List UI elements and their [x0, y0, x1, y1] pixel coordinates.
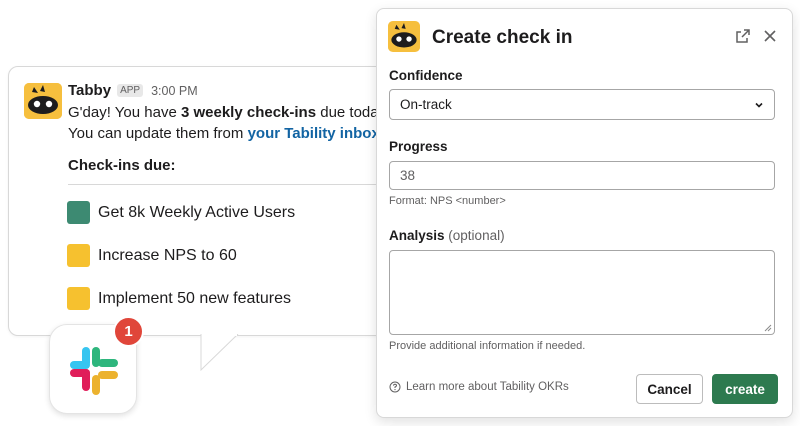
line1-pre: G'day! You have — [68, 104, 181, 121]
help-circle-icon — [389, 381, 401, 393]
status-square-icon — [67, 244, 90, 267]
progress-hint: Format: NPS <number> — [389, 195, 506, 207]
analysis-label-text: Analysis — [389, 228, 445, 243]
progress-input[interactable]: 38 — [389, 161, 775, 190]
tabby-avatar-icon — [24, 83, 62, 119]
external-link-icon[interactable] — [735, 28, 751, 44]
create-button[interactable]: create — [712, 374, 778, 404]
analysis-hint: Provide additional information if needed… — [389, 340, 586, 352]
confidence-select[interactable]: On-track — [389, 89, 775, 120]
learn-more-link[interactable]: Learn more about Tability OKRs — [389, 381, 569, 393]
checkin-label: Get 8k Weekly Active Users — [98, 203, 296, 221]
confidence-label: Confidence — [389, 68, 463, 83]
bubble-tail — [200, 334, 239, 372]
tabby-logo-icon — [388, 21, 420, 52]
status-square-icon — [67, 287, 90, 310]
app-badge: APP — [117, 84, 144, 97]
message-line-1: G'day! You have 3 weekly check-ins due t… — [68, 103, 389, 123]
confidence-value: On-track — [400, 97, 452, 112]
chevron-down-icon — [755, 102, 763, 108]
line2-pre: You can update them from — [68, 125, 248, 142]
line1-bold: 3 weekly check-ins — [180, 104, 317, 121]
checkins-due-title: Check-ins due: — [68, 157, 176, 174]
message-header: Tabby APP 3:00 PM — [68, 82, 198, 99]
resize-handle-icon[interactable] — [764, 324, 772, 332]
analysis-label: Analysis (optional) — [389, 228, 505, 243]
divider — [68, 184, 416, 185]
notification-badge: 1 — [113, 316, 144, 347]
checkin-item[interactable]: Increase NPS to 60 — [67, 244, 237, 267]
message-line-2: You can update them from your Tability i… — [68, 124, 384, 144]
analysis-optional: (optional) — [448, 228, 505, 243]
checkin-label: Increase NPS to 60 — [98, 246, 237, 264]
learn-more-text: Learn more about Tability OKRs — [406, 381, 569, 393]
checkin-item[interactable]: Implement 50 new features — [67, 287, 291, 310]
message-timestamp[interactable]: 3:00 PM — [151, 84, 198, 98]
checkin-item[interactable]: Get 8k Weekly Active Users — [67, 201, 295, 224]
status-square-icon — [67, 201, 90, 224]
sender-name[interactable]: Tabby — [68, 82, 111, 99]
checkin-label: Implement 50 new features — [98, 289, 291, 307]
modal-title: Create check in — [432, 27, 573, 48]
cancel-button[interactable]: Cancel — [636, 374, 703, 404]
analysis-textarea[interactable] — [389, 250, 775, 335]
tability-inbox-link[interactable]: your Tability inbox — [248, 125, 380, 142]
close-icon[interactable] — [762, 28, 778, 44]
progress-label: Progress — [389, 139, 448, 154]
